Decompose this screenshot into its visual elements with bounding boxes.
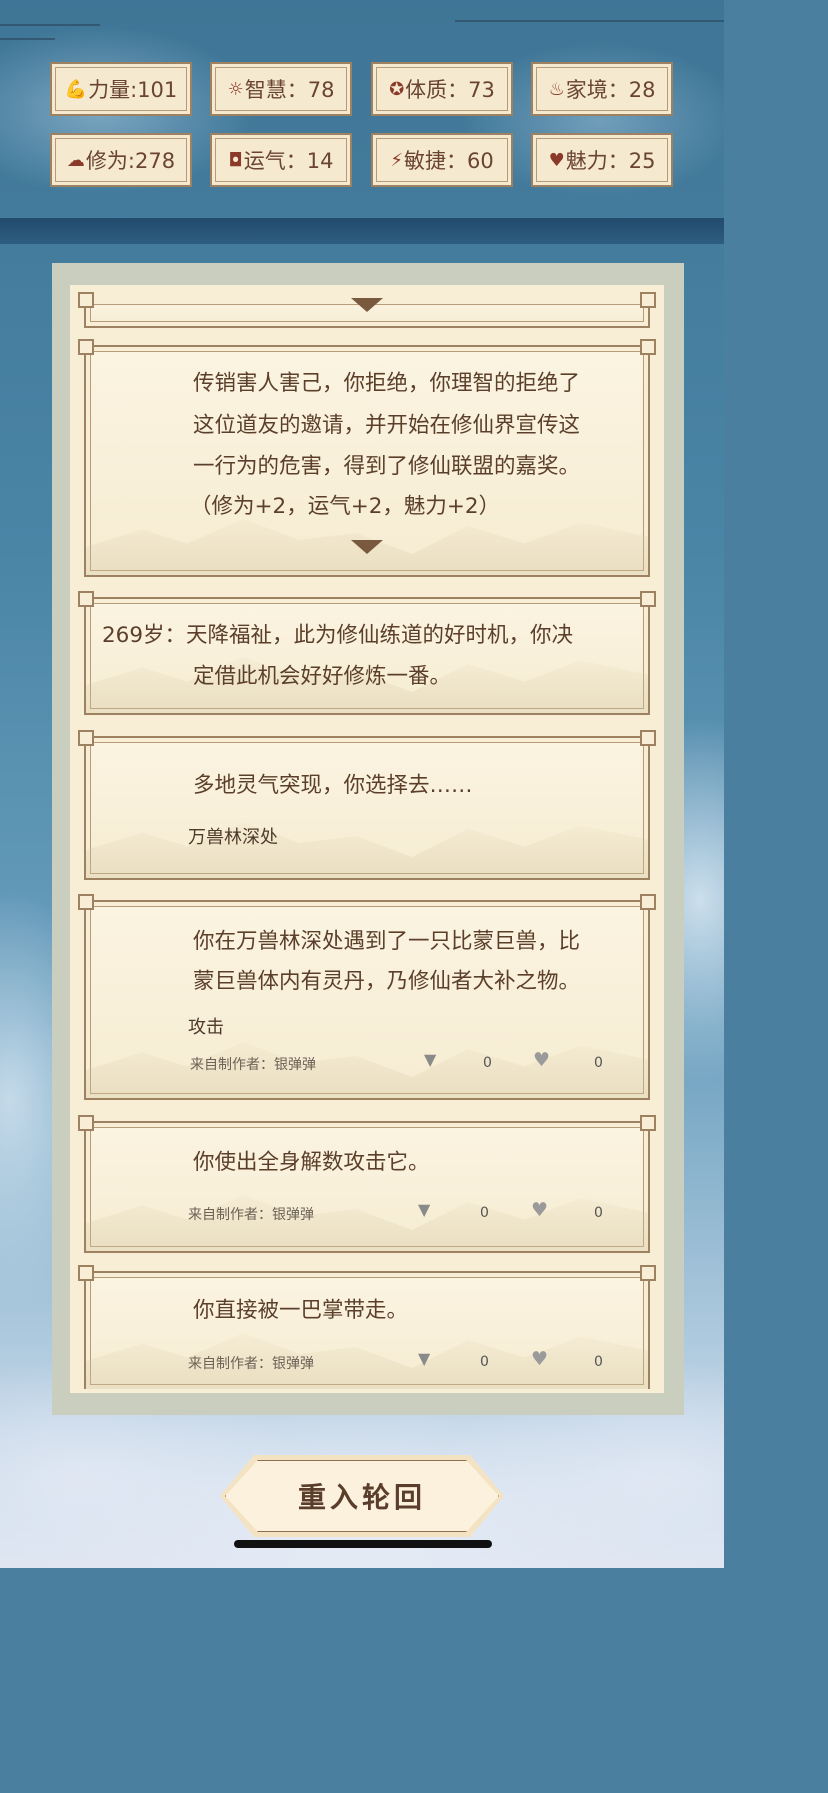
event-text: 你直接被一巴掌带走。 (193, 1298, 409, 1323)
mountain-decoration (86, 1195, 648, 1251)
muscle-icon: 💪 (64, 78, 88, 100)
like-count: 0 (594, 1205, 603, 1221)
reincarnate-label: 重入轮回 (297, 1481, 426, 1514)
event-card (78, 1115, 656, 1253)
choice-option[interactable]: 攻击 (188, 1013, 224, 1039)
stat-luck: ◘ 运气：14 (210, 133, 352, 187)
event-text: 一行为的危害，得到了修仙联盟的嘉奖。 (193, 454, 581, 479)
mountain-decoration (86, 822, 648, 878)
mountain-decoration (86, 1042, 648, 1098)
event-text: 269岁：天降福祉，此为修仙练道的好时机，你决 (102, 623, 574, 648)
stat-label: 魅力：25 (565, 149, 656, 173)
author-credit: 来自制作者：银弹弹 (188, 1207, 314, 1223)
stat-label: 家境：28 (565, 78, 656, 102)
lightning-icon: ⚡ (390, 149, 403, 171)
stat-label: 体质：73 (405, 78, 495, 102)
stat-family: ♨ 家境：28 (531, 62, 673, 116)
dislike-icon[interactable]: ▼ (424, 1050, 436, 1069)
stat-wisdom: ☼ 智慧：78 (210, 62, 352, 116)
event-card (78, 730, 656, 880)
like-heart-icon[interactable]: ♥ (531, 1199, 548, 1221)
cloud-icon: ☁ (66, 149, 85, 171)
cloud-line-decoration (0, 38, 55, 40)
stat-label: 修为:278 (85, 149, 176, 173)
stat-agility: ⚡ 敏捷：60 (371, 133, 513, 187)
stat-label: 敏捷：60 (403, 149, 494, 173)
stat-charm: ♥ 魅力：25 (531, 133, 673, 187)
stat-label: 运气：14 (243, 149, 334, 173)
body-icon: ✪ (389, 78, 405, 100)
stat-label: 智慧：78 (244, 78, 335, 102)
like-count: 0 (594, 1354, 603, 1370)
dislike-count: 0 (480, 1205, 489, 1221)
event-text: 这位道友的邀请，并开始在修仙界宣传这 (193, 413, 581, 438)
scroll-arrow-icon (351, 298, 383, 312)
luck-icon: ◘ (228, 149, 243, 171)
event-text: 你在万兽林深处遇到了一只比蒙巨兽，比 (193, 929, 581, 954)
cloud-line-decoration (455, 20, 724, 22)
home-indicator[interactable] (234, 1540, 492, 1548)
event-text: 多地灵气突现，你选择去…… (193, 773, 473, 798)
event-effect: （修为+2，运气+2，魅力+2） (190, 494, 501, 519)
reincarnate-button[interactable]: 重入轮回 (220, 1455, 504, 1537)
mountain-silhouette (0, 218, 724, 244)
stat-cultivation: ☁ 修为:278 (50, 133, 192, 187)
event-text: 定借此机会好好修炼一番。 (193, 664, 452, 689)
stat-label: 力量:101 (88, 78, 178, 102)
choice-option[interactable]: 万兽林深处 (188, 823, 278, 849)
dislike-icon[interactable]: ▼ (418, 1349, 430, 1368)
stat-strength: 💪 力量:101 (50, 62, 192, 116)
like-heart-icon[interactable]: ♥ (531, 1348, 548, 1370)
event-text: 传销害人害己，你拒绝，你理智的拒绝了 (193, 371, 581, 396)
event-card (78, 591, 656, 715)
dislike-icon[interactable]: ▼ (418, 1200, 430, 1219)
like-count: 0 (594, 1055, 603, 1071)
heart-icon: ♥ (548, 149, 565, 171)
stat-physique: ✪ 体质：73 (371, 62, 513, 116)
like-heart-icon[interactable]: ♥ (533, 1049, 550, 1071)
event-text: 蒙巨兽体内有灵丹，乃修仙者大补之物。 (193, 969, 581, 994)
lightbulb-icon: ☼ (227, 78, 244, 100)
family-icon: ♨ (548, 78, 565, 100)
event-text: 你使出全身解数攻击它。 (193, 1150, 430, 1175)
dislike-count: 0 (483, 1055, 492, 1071)
dislike-count: 0 (480, 1354, 489, 1370)
cloud-line-decoration (0, 24, 100, 26)
expand-arrow-icon[interactable] (351, 540, 383, 554)
author-credit: 来自制作者：银弹弹 (188, 1356, 314, 1372)
author-credit: 来自制作者：银弹弹 (190, 1057, 316, 1073)
